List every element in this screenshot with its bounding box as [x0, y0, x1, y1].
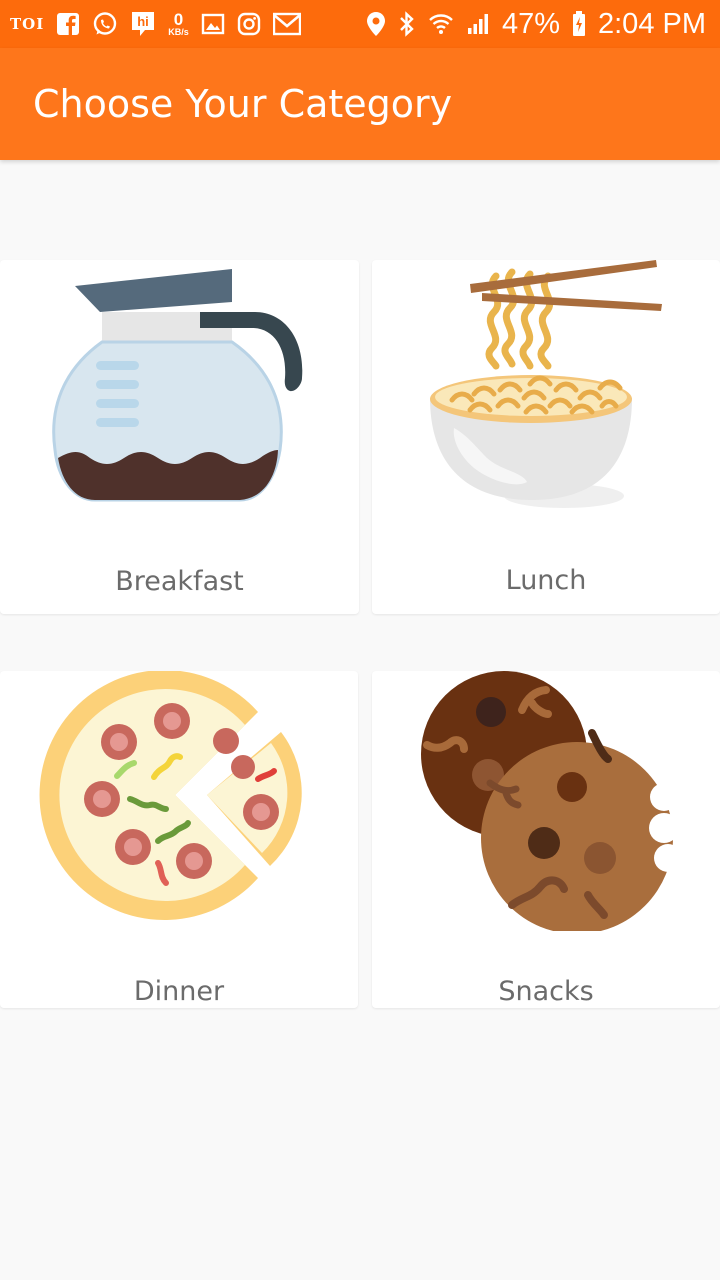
clock: 2:04 PM	[598, 7, 706, 40]
gmail-icon	[272, 12, 301, 36]
facebook-icon	[56, 12, 80, 36]
system-icons: 47% 2:04 PM	[366, 8, 706, 41]
location-icon	[366, 11, 386, 37]
category-card-dinner[interactable]: Dinner	[0, 671, 358, 1008]
battery-percent: 47%	[501, 7, 560, 40]
category-label: Lunch	[505, 565, 587, 596]
instagram-icon	[237, 12, 261, 36]
coffee-pot-icon	[52, 269, 303, 502]
wifi-icon	[428, 12, 454, 36]
notification-icons: TOI hi 0 KB/s	[10, 10, 301, 38]
page-title: Choose Your Category	[33, 82, 453, 126]
category-card-snacks[interactable]: Snacks	[372, 671, 720, 1008]
battery-charging-icon	[572, 11, 586, 37]
gallery-icon	[201, 12, 225, 36]
network-speed-icon: 0 KB/s	[168, 11, 189, 37]
signal-icon	[466, 12, 490, 36]
svg-text:hi: hi	[137, 14, 149, 29]
status-bar: TOI hi 0 KB/s 47% 2:04 PM	[0, 0, 720, 48]
toi-icon: TOI	[10, 15, 45, 33]
category-label: Breakfast	[115, 566, 244, 597]
category-label: Dinner	[133, 976, 225, 1007]
cookies-icon	[421, 671, 686, 931]
hike-icon: hi	[130, 10, 156, 38]
pizza-icon	[39, 671, 302, 920]
net-speed-unit: KB/s	[168, 27, 189, 37]
app-bar: Choose Your Category	[0, 48, 720, 160]
category-label: Snacks	[498, 976, 594, 1007]
net-speed-value: 0	[173, 10, 184, 29]
noodle-bowl-icon	[430, 260, 662, 508]
category-card-lunch[interactable]: Lunch	[372, 260, 720, 614]
bluetooth-icon	[398, 11, 416, 37]
category-card-breakfast[interactable]: Breakfast	[0, 260, 359, 614]
whatsapp-icon	[92, 11, 118, 37]
